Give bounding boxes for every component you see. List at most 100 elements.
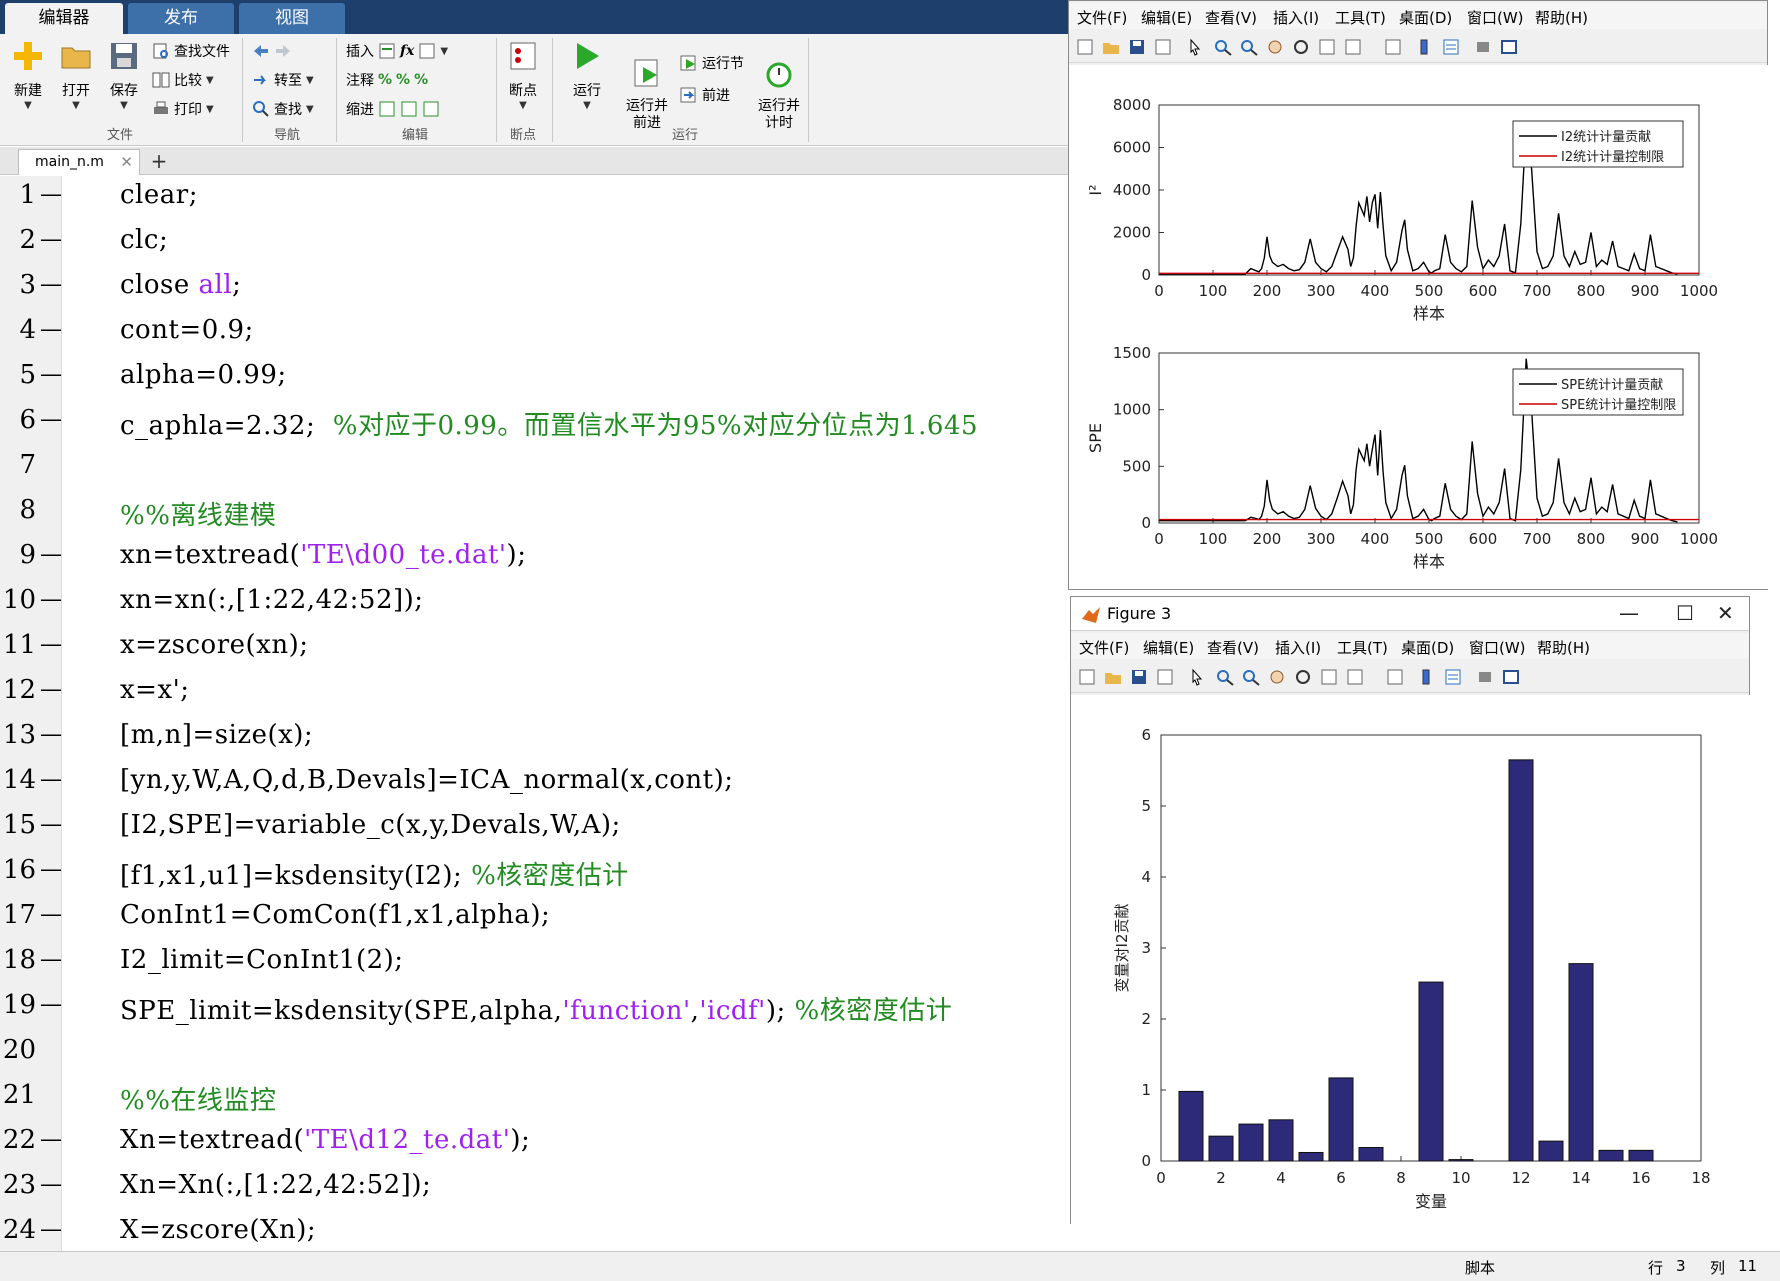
code-editor[interactable]: 1— clear; 2— clc; 3— close all; 4— cont=0.9; 5— a… — [0, 176, 1070, 1251]
breakpoint-marker[interactable]: — — [40, 272, 62, 297]
breakpoint-marker[interactable]: — — [40, 227, 62, 252]
increase-indent-icon[interactable] — [400, 100, 418, 118]
figure-menu-item[interactable]: 文件(F) — [1077, 7, 1127, 28]
code-line[interactable]: 24— X=zscore(Xn); — [0, 1215, 1070, 1251]
file-tab-main[interactable]: main_n.m ✕ — [18, 149, 140, 175]
figure-menu-item[interactable]: 文件(F) — [1079, 637, 1129, 658]
goto-button[interactable]: 转至 ▼ — [252, 69, 314, 91]
open-file-icon[interactable] — [1101, 38, 1121, 56]
breakpoint-marker[interactable]: — — [40, 182, 62, 207]
print-button[interactable]: 打印 ▼ — [152, 98, 214, 120]
comment-button[interactable]: 注释 % % % — [346, 69, 428, 91]
code-line[interactable]: 16— [f1,x1,u1]=ksdensity(I2); %核密度估计 — [0, 855, 1070, 900]
zoom-in-icon[interactable] — [1215, 668, 1235, 686]
breakpoint-marker[interactable]: — — [40, 632, 62, 657]
zoom-in-icon[interactable] — [1213, 38, 1233, 56]
code-line[interactable]: 1— clear; — [0, 180, 1070, 225]
figure-menu-item[interactable]: 查看(V) — [1207, 637, 1259, 658]
show-tools-icon[interactable] — [1499, 38, 1519, 56]
figure-menu-item[interactable]: 桌面(D) — [1401, 637, 1454, 658]
figure-menu-item[interactable]: 查看(V) — [1205, 7, 1257, 28]
figure-menu-item[interactable]: 桌面(D) — [1399, 7, 1452, 28]
find-button[interactable]: 查找 ▼ — [252, 98, 314, 120]
figure-menu-item[interactable]: 帮助(H) — [1535, 7, 1588, 28]
pan-icon[interactable] — [1265, 38, 1285, 56]
print-icon[interactable] — [1155, 668, 1175, 686]
link-plot-icon[interactable] — [1385, 668, 1405, 686]
breakpoint-marker[interactable]: — — [40, 947, 62, 972]
code-line[interactable]: 11— x=zscore(xn); — [0, 630, 1070, 675]
breakpoint-marker[interactable]: — — [40, 1127, 62, 1152]
colorbar-icon[interactable] — [1417, 668, 1437, 686]
save-icon[interactable] — [1127, 38, 1147, 56]
code-line[interactable]: 3— close all; — [0, 270, 1070, 315]
colorbar-icon[interactable] — [1415, 38, 1435, 56]
rotate-icon[interactable] — [1291, 38, 1311, 56]
code-line[interactable]: 6— c_aphla=2.32; %对应于0.99。而置信水平为95%对应分位点为… — [0, 405, 1070, 450]
figure-window-3[interactable]: Figure 3 — ☐ ✕ 文件(F) 编辑(E) 查看(V) 插入(I) 工具(T)… — [1070, 596, 1751, 1225]
rotate-icon[interactable] — [1293, 668, 1313, 686]
pan-icon[interactable] — [1267, 668, 1287, 686]
code-line[interactable]: 10— xn=xn(:,[1:22,42:52]); — [0, 585, 1070, 630]
decrease-indent-icon[interactable] — [422, 100, 440, 118]
breakpoints-button[interactable]: 断点 ▼ — [502, 40, 544, 111]
figure-window-monitoring[interactable]: 文件(F) 编辑(E) 查看(V) 插入(I) 工具(T) 桌面(D) 窗口(W) 帮助(H)… — [1068, 0, 1769, 590]
smart-indent-icon[interactable] — [378, 100, 396, 118]
figure-menu-item[interactable]: 编辑(E) — [1143, 637, 1194, 658]
hide-tools-icon[interactable] — [1475, 668, 1495, 686]
save-button[interactable]: 保存 ▼ — [104, 40, 144, 111]
code-line[interactable]: 8 %%离线建模 — [0, 495, 1070, 540]
add-tab-button[interactable]: + — [146, 149, 172, 175]
code-line[interactable]: 7 — [0, 450, 1070, 495]
save-icon[interactable] — [1129, 668, 1149, 686]
minimize-button[interactable]: — — [1619, 601, 1639, 625]
function-icon[interactable]: fx — [400, 43, 414, 59]
uncomment-icon[interactable]: % — [396, 72, 410, 88]
breakpoint-marker[interactable]: — — [40, 992, 62, 1017]
figure-menu-item[interactable]: 编辑(E) — [1141, 7, 1192, 28]
breakpoint-marker[interactable]: — — [40, 1172, 62, 1197]
tab-view[interactable]: 视图 — [239, 3, 345, 34]
figure-menu-item[interactable]: 插入(I) — [1273, 7, 1319, 28]
new-figure-icon[interactable] — [1075, 38, 1095, 56]
code-line[interactable]: 21 %%在线监控 — [0, 1080, 1070, 1125]
show-tools-icon[interactable] — [1501, 668, 1521, 686]
close-icon[interactable]: ✕ — [120, 150, 133, 174]
brush-icon[interactable] — [1345, 668, 1365, 686]
zoom-out-icon[interactable] — [1239, 38, 1259, 56]
find-files-button[interactable]: 查找文件 — [152, 40, 230, 62]
breakpoint-marker[interactable]: — — [40, 857, 62, 882]
breakpoint-marker[interactable]: — — [40, 1217, 62, 1242]
breakpoint-marker[interactable]: — — [40, 902, 62, 927]
figure-menu-item[interactable]: 工具(T) — [1337, 637, 1388, 658]
advance-button[interactable]: 前进 — [680, 84, 730, 106]
code-line[interactable]: 17— ConInt1=ComCon(f1,x1,alpha); — [0, 900, 1070, 945]
legend-icon[interactable] — [1441, 38, 1461, 56]
pointer-icon[interactable] — [1185, 38, 1205, 56]
zoom-out-icon[interactable] — [1241, 668, 1261, 686]
tab-editor[interactable]: 编辑器 — [5, 3, 123, 34]
new-button[interactable]: 新建 ▼ — [8, 40, 48, 111]
legend-icon[interactable] — [1443, 668, 1463, 686]
code-line[interactable]: 19— SPE_limit=ksdensity(SPE,alpha,'functi… — [0, 990, 1070, 1035]
run-time-button[interactable]: 运行并 计时 — [752, 40, 806, 149]
run-button[interactable]: 运行 ▼ — [566, 40, 608, 111]
figure-menu-item[interactable]: 窗口(W) — [1469, 637, 1526, 658]
code-line[interactable]: 9— xn=textread('TE\d00_te.dat'); — [0, 540, 1070, 585]
open-button[interactable]: 打开 ▼ — [56, 40, 96, 111]
code-line[interactable]: 2— clc; — [0, 225, 1070, 270]
print-icon[interactable] — [1153, 38, 1173, 56]
breakpoint-marker[interactable]: — — [40, 812, 62, 837]
code-line[interactable]: 22— Xn=textread('TE\d12_te.dat'); — [0, 1125, 1070, 1170]
close-window-button[interactable]: ✕ — [1717, 601, 1734, 625]
breakpoint-marker[interactable]: — — [40, 722, 62, 747]
data-cursor-icon[interactable] — [1319, 668, 1339, 686]
insert-button[interactable]: 插入 fx ▼ — [346, 40, 448, 62]
code-line[interactable]: 20 — [0, 1035, 1070, 1080]
link-plot-icon[interactable] — [1383, 38, 1403, 56]
hide-tools-icon[interactable] — [1473, 38, 1493, 56]
pointer-icon[interactable] — [1187, 668, 1207, 686]
code-line[interactable]: 15— [I2,SPE]=variable_c(x,y,Devals,W,A); — [0, 810, 1070, 855]
figure-menu-item[interactable]: 插入(I) — [1275, 637, 1321, 658]
run-section-button[interactable]: 运行节 — [680, 52, 744, 74]
